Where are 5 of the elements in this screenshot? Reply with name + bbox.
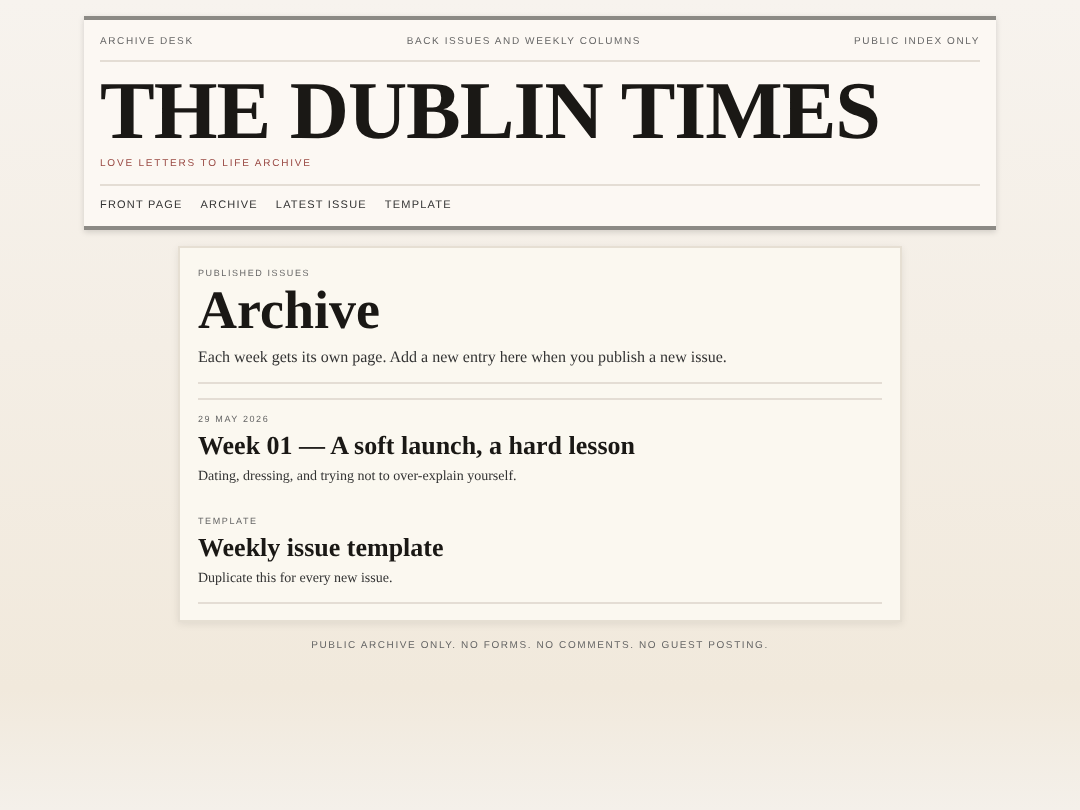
entry-title-link[interactable]: Weekly issue template (198, 532, 882, 564)
newspaper-title: THE DUBLIN TIMES (100, 70, 882, 150)
page-heading: Archive (198, 280, 382, 340)
intro-text: Each week gets its own page. Add a new entry here when you publish a new issue. (198, 348, 882, 384)
entry-title-link[interactable]: Week 01 — A soft launch, a hard lesson (198, 430, 882, 462)
